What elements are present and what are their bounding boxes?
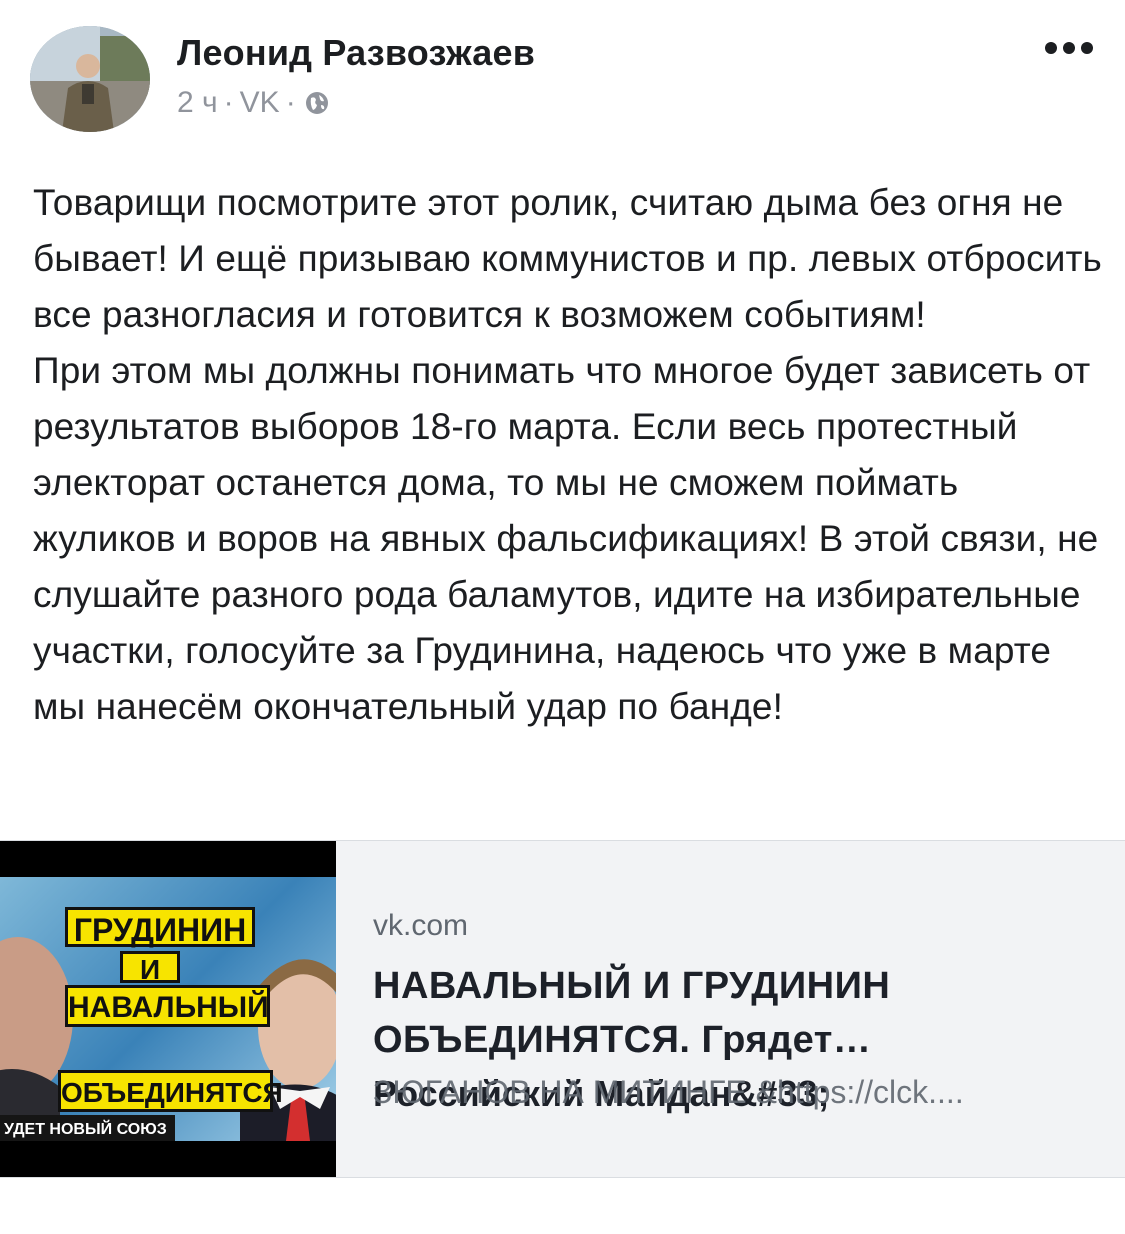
globe-icon bbox=[304, 90, 330, 116]
post-time[interactable]: 2 ч bbox=[177, 86, 218, 120]
thumbnail-strip: УДЕТ НОВЫЙ СОЮЗ bbox=[0, 1115, 175, 1141]
link-preview-card[interactable]: ГРУДИНИН И НАВАЛЬНЫЙ ОБЪЕДИНЯТСЯ УДЕТ НО… bbox=[0, 840, 1125, 1178]
meta-separator: · bbox=[223, 86, 234, 119]
meta-separator: · bbox=[285, 86, 296, 119]
link-domain: vk.com bbox=[373, 909, 469, 942]
post-source: VK bbox=[239, 86, 280, 119]
post-paragraph: При этом мы должны понимать что многое б… bbox=[33, 350, 1099, 727]
more-dot bbox=[1045, 42, 1057, 54]
post-meta: 2 ч · VK · bbox=[177, 86, 330, 120]
thumbnail-caption: И bbox=[120, 951, 180, 984]
more-dot bbox=[1063, 42, 1075, 54]
post-paragraph: Товарищи посмотрите этот ролик, считаю д… bbox=[33, 182, 1102, 335]
link-description: Российский Майдан&#33; ЗЮГАНОВ НА МИТИНГ… bbox=[373, 1067, 1093, 1121]
link-description-overlap-b: ЗЮГАНОВ НА МИТИНГЕ &https://clck.... bbox=[373, 1074, 964, 1110]
link-title[interactable]: НАВАЛЬНЫЙ И ГРУДИНИН ОБЪЕДИНЯТСЯ. Грядет… bbox=[373, 959, 1093, 1067]
post: Леонид Развозжаев 2 ч · VK · Товарищи по… bbox=[0, 0, 1125, 1234]
thumbnail-caption: НАВАЛЬНЫЙ bbox=[65, 985, 270, 1027]
avatar-photo bbox=[30, 26, 150, 132]
link-info: vk.com НАВАЛЬНЫЙ И ГРУДИНИН ОБЪЕДИНЯТСЯ.… bbox=[373, 909, 1093, 1121]
thumbnail-image: ГРУДИНИН И НАВАЛЬНЫЙ ОБЪЕДИНЯТСЯ УДЕТ НО… bbox=[0, 877, 336, 1141]
more-options-icon[interactable] bbox=[1045, 42, 1093, 54]
post-text: Товарищи посмотрите этот ролик, считаю д… bbox=[33, 175, 1103, 735]
avatar[interactable] bbox=[30, 26, 150, 132]
more-dot bbox=[1081, 42, 1093, 54]
author-name[interactable]: Леонид Развозжаев bbox=[177, 32, 535, 74]
thumbnail-caption: ГРУДИНИН bbox=[65, 907, 255, 947]
thumbnail-caption: ОБЪЕДИНЯТСЯ bbox=[58, 1070, 283, 1112]
link-thumbnail[interactable]: ГРУДИНИН И НАВАЛЬНЫЙ ОБЪЕДИНЯТСЯ УДЕТ НО… bbox=[0, 841, 336, 1177]
